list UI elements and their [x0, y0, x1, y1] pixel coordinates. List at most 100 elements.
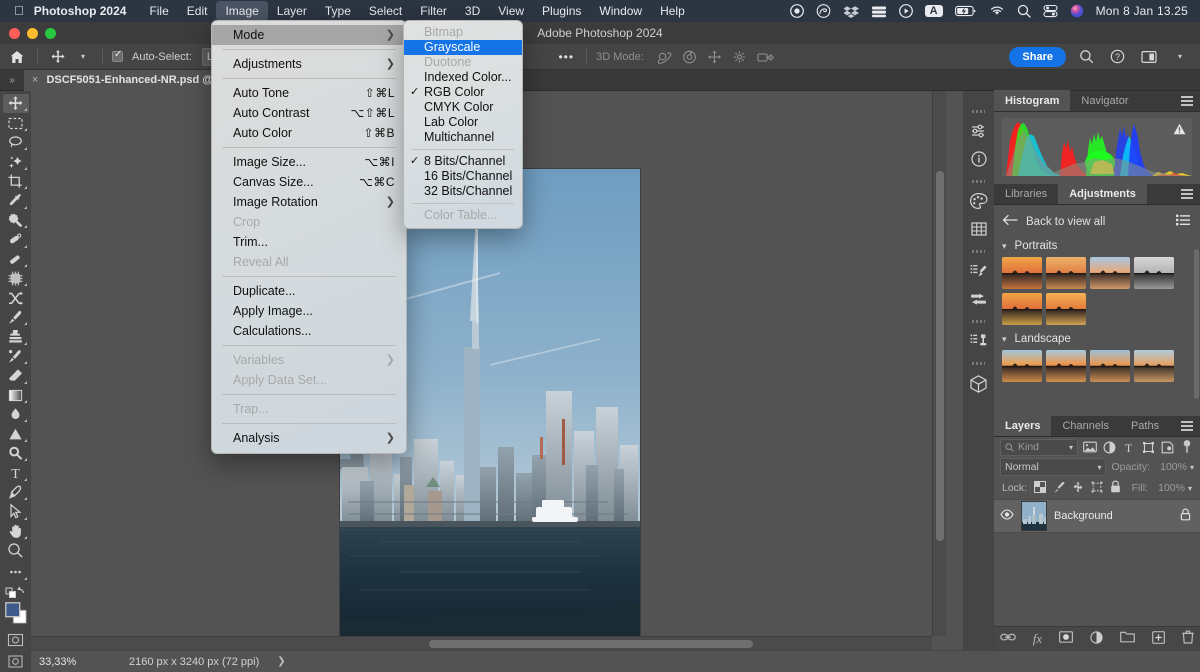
tab-navigator[interactable]: Navigator: [1070, 90, 1139, 111]
dodge-tool[interactable]: [3, 424, 29, 443]
creative-cloud-icon[interactable]: [816, 4, 831, 18]
menu-filter[interactable]: Filter: [411, 1, 456, 21]
menu-file[interactable]: File: [140, 1, 177, 21]
menu-item-calculations[interactable]: Calculations...: [212, 321, 406, 341]
adjustment-group-portraits[interactable]: ▾ Portraits: [994, 235, 1200, 256]
control-center-icon[interactable]: [1043, 4, 1058, 18]
preset-thumbnail[interactable]: [1090, 350, 1130, 382]
submenu-item-cmyk-color[interactable]: CMYK Color: [404, 100, 522, 115]
fill-value[interactable]: 100%: [1151, 482, 1185, 494]
submenu-item-32-bits[interactable]: 32 Bits/Channel: [404, 184, 522, 199]
menu-item-duplicate[interactable]: Duplicate...: [212, 281, 406, 301]
crop-tool[interactable]: [3, 172, 29, 191]
chevron-down-icon[interactable]: ▾: [1170, 47, 1190, 67]
menu-select[interactable]: Select: [360, 1, 411, 21]
lock-position-icon[interactable]: [1072, 481, 1084, 496]
keyboard-input-icon[interactable]: A: [925, 5, 943, 17]
eyedropper-tool[interactable]: [3, 191, 29, 210]
properties-icon[interactable]: [966, 117, 992, 145]
actions-icon[interactable]: [966, 327, 992, 355]
chevron-down-icon[interactable]: ▾: [1190, 463, 1194, 472]
tab-adjustments[interactable]: Adjustments: [1058, 183, 1147, 204]
menu-item-auto-color[interactable]: Auto Color ⇧⌘B: [212, 123, 406, 143]
adjustments-panel-scrollbar[interactable]: [1194, 249, 1199, 399]
object-selection-tool[interactable]: [3, 152, 29, 171]
path-selection-tool[interactable]: [3, 502, 29, 521]
tab-histogram[interactable]: Histogram: [994, 90, 1070, 111]
help-icon[interactable]: ?: [1107, 47, 1128, 67]
menu-edit[interactable]: Edit: [178, 1, 217, 21]
eraser-tool[interactable]: [3, 366, 29, 385]
info-icon[interactable]: [966, 145, 992, 173]
sharpen-tool[interactable]: [3, 444, 29, 463]
preset-thumbnail[interactable]: [1046, 350, 1086, 382]
menu-3d[interactable]: 3D: [456, 1, 489, 21]
preset-thumbnail[interactable]: [1002, 293, 1042, 325]
canvas-vertical-scrollbar[interactable]: [932, 91, 946, 636]
brush-tool[interactable]: [3, 308, 29, 327]
submenu-item-indexed-color[interactable]: Indexed Color...: [404, 70, 522, 85]
histogram-graph[interactable]: [1002, 118, 1192, 176]
tab-paths[interactable]: Paths: [1120, 415, 1170, 436]
stamp-tool[interactable]: [3, 327, 29, 346]
tab-libraries[interactable]: Libraries: [994, 183, 1058, 204]
play-circle-icon[interactable]: [899, 4, 913, 18]
lock-all-icon[interactable]: [1110, 480, 1121, 496]
menu-item-apply-image[interactable]: Apply Image...: [212, 301, 406, 321]
preset-thumbnail[interactable]: [1002, 350, 1042, 382]
submenu-item-rgb-color[interactable]: ✓ RGB Color: [404, 85, 522, 100]
tool-preset-chevron-icon[interactable]: ▾: [73, 47, 93, 67]
warning-triangle-icon[interactable]: [1173, 123, 1186, 138]
lasso-tool[interactable]: [3, 133, 29, 152]
maximize-window-button[interactable]: [45, 28, 56, 39]
list-view-icon[interactable]: [1176, 214, 1190, 229]
adjustment-group-landscape[interactable]: ▾ Landscape: [994, 328, 1200, 349]
app-name-label[interactable]: Photoshop 2024: [34, 4, 127, 18]
lock-image-icon[interactable]: [1053, 481, 1065, 496]
opacity-value[interactable]: 100%: [1153, 461, 1187, 473]
layer-mask-icon[interactable]: [1059, 631, 1073, 646]
blend-mode-select[interactable]: Normal ▾: [1000, 458, 1106, 476]
3d-icon[interactable]: [966, 369, 992, 397]
new-group-icon[interactable]: [1120, 631, 1135, 646]
home-icon[interactable]: [6, 47, 28, 67]
record-indicator-icon[interactable]: [790, 4, 804, 18]
color-icon[interactable]: [966, 187, 992, 215]
search-icon[interactable]: [1076, 47, 1097, 67]
rectangular-marquee-tool[interactable]: [3, 113, 29, 132]
preset-thumbnail[interactable]: [1090, 257, 1130, 289]
battery-charging-icon[interactable]: [955, 5, 977, 17]
menu-plugins[interactable]: Plugins: [533, 1, 590, 21]
layer-visibility-icon[interactable]: [1000, 509, 1014, 523]
zoom-tool[interactable]: [3, 541, 29, 560]
menu-item-auto-contrast[interactable]: Auto Contrast ⌥⇧⌘L: [212, 103, 406, 123]
clone-stamp-shuffle-tool[interactable]: [3, 269, 29, 288]
delete-layer-icon[interactable]: [1182, 630, 1194, 647]
preset-thumbnail[interactable]: [1046, 257, 1086, 289]
layer-filter-kind-select[interactable]: Kind ▾: [1000, 439, 1078, 456]
document-tab[interactable]: × DSCF5051-Enhanced-NR.psd @ 3: [24, 70, 234, 91]
filter-shape-icon[interactable]: [1141, 439, 1155, 456]
layer-thumbnail[interactable]: [1021, 501, 1047, 531]
submenu-item-multichannel[interactable]: Multichannel: [404, 130, 522, 145]
tab-channels[interactable]: Channels: [1051, 415, 1119, 436]
layer-locked-icon[interactable]: [1180, 508, 1191, 524]
canvas-horizontal-scrollbar[interactable]: [31, 636, 932, 650]
menu-item-canvas-size[interactable]: Canvas Size... ⌥⌘C: [212, 172, 406, 192]
auto-select-checkbox[interactable]: [112, 51, 123, 62]
new-layer-icon[interactable]: [1152, 631, 1165, 647]
apple-menu-icon[interactable]: : [8, 4, 34, 19]
move-tool[interactable]: [3, 94, 29, 113]
submenu-item-8-bits[interactable]: ✓ 8 Bits/Channel: [404, 154, 522, 169]
link-layers-icon[interactable]: [1000, 632, 1016, 646]
blur-tool[interactable]: [3, 405, 29, 424]
filter-type-icon[interactable]: T: [1122, 439, 1136, 456]
close-window-button[interactable]: [9, 28, 20, 39]
menu-layer[interactable]: Layer: [268, 1, 316, 21]
submenu-item-lab-color[interactable]: Lab Color: [404, 115, 522, 130]
opacity-control[interactable]: Opacity: 100% ▾: [1111, 461, 1194, 473]
menu-type[interactable]: Type: [316, 1, 360, 21]
spotlight-search-icon[interactable]: [1017, 4, 1031, 18]
menu-window[interactable]: Window: [590, 1, 651, 21]
quick-mask-icon[interactable]: [3, 630, 29, 649]
